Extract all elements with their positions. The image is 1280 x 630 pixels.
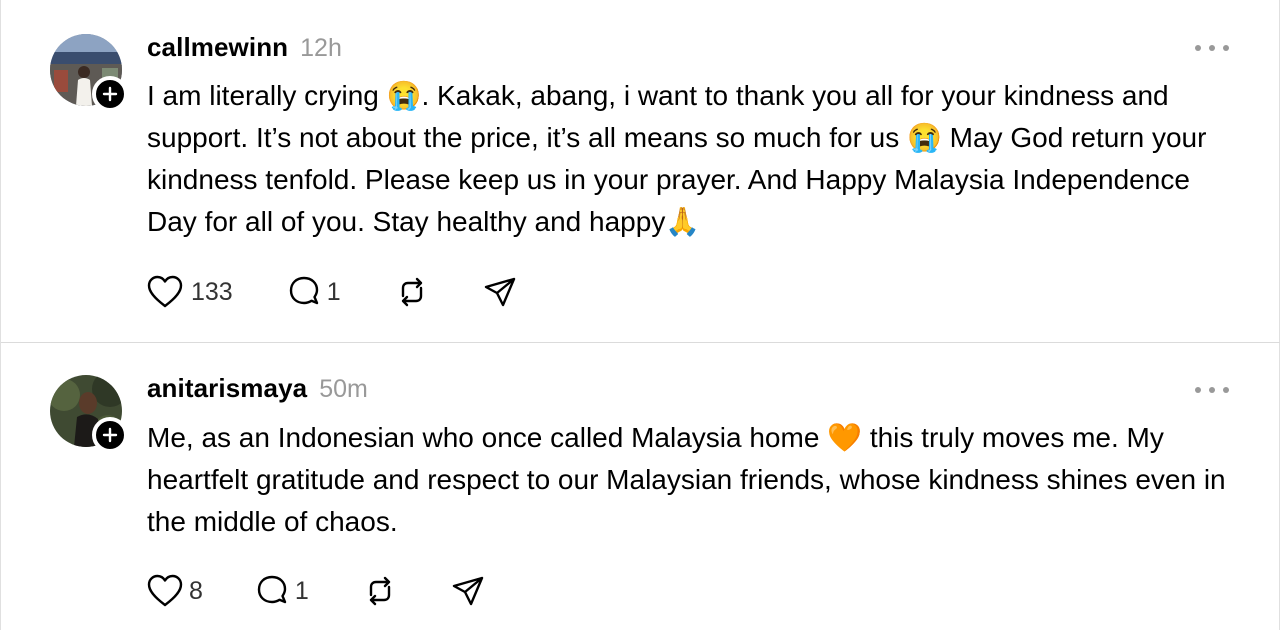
like-button[interactable]: 8	[147, 574, 203, 608]
repost-button[interactable]	[395, 275, 429, 309]
username[interactable]: callmewinn	[147, 32, 288, 63]
share-button[interactable]	[483, 275, 517, 309]
follow-button[interactable]	[92, 417, 128, 453]
post-header: callmewinn 12h	[147, 32, 342, 63]
post-header: anitarismaya 50m	[147, 373, 368, 404]
reply-count: 1	[326, 277, 341, 306]
share-button[interactable]	[451, 574, 485, 608]
plus-icon	[102, 427, 118, 443]
reply-button[interactable]: 1	[255, 574, 309, 608]
comment-icon	[289, 276, 318, 305]
repost-icon	[369, 576, 391, 606]
action-bar: 8 1	[147, 571, 485, 611]
timestamp[interactable]: 50m	[319, 375, 368, 404]
comment-icon	[257, 575, 287, 604]
send-icon	[484, 277, 515, 307]
avatar-container[interactable]	[50, 34, 128, 112]
thread-feed: callmewinn 12h I am literally crying 😭. …	[0, 0, 1280, 630]
username[interactable]: anitarismaya	[147, 373, 307, 404]
follow-button[interactable]	[92, 76, 128, 112]
action-bar: 133 1	[147, 272, 517, 312]
like-count: 133	[191, 277, 233, 306]
like-button[interactable]: 133	[147, 275, 233, 309]
post: anitarismaya 50m Me, as an Indonesian wh…	[1, 342, 1280, 630]
post-text: I am literally crying 😭. Kakak, abang, i…	[147, 80, 1215, 237]
more-icon[interactable]	[1195, 383, 1229, 397]
send-icon	[452, 576, 484, 606]
reply-button[interactable]: 1	[287, 275, 341, 309]
plus-icon	[102, 86, 118, 102]
more-icon[interactable]	[1195, 41, 1229, 55]
post-text: Me, as an Indonesian who once called Mal…	[147, 422, 1234, 537]
reply-count: 1	[294, 576, 309, 605]
repost-icon	[401, 277, 422, 307]
post: callmewinn 12h I am literally crying 😭. …	[1, 0, 1280, 342]
heart-icon	[147, 275, 183, 308]
heart-icon	[147, 574, 183, 607]
repost-button[interactable]	[363, 574, 397, 608]
avatar-container[interactable]	[50, 375, 128, 453]
timestamp[interactable]: 12h	[300, 34, 342, 63]
like-count: 8	[189, 576, 203, 605]
